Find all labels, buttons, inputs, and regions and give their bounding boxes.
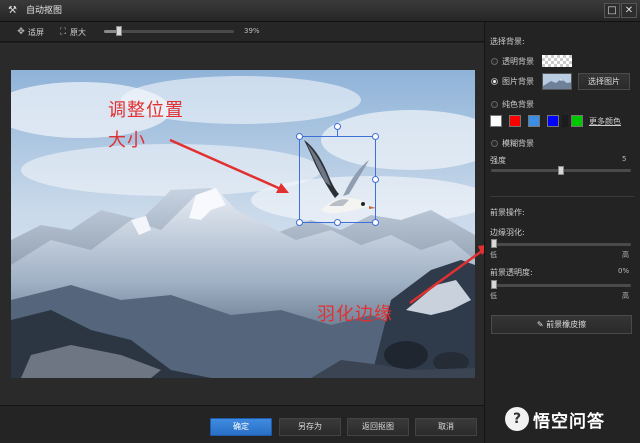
strength-label: 强度 [490, 156, 506, 165]
save-as-button[interactable]: 另存为 [279, 418, 341, 436]
wukong-logo-icon: ? [505, 407, 529, 431]
blur-bg-label: 模糊背景 [502, 139, 534, 148]
color-swatch[interactable] [490, 115, 502, 127]
fg-opacity-high: 高 [622, 292, 629, 300]
color-swatch[interactable] [528, 115, 540, 127]
strength-slider-thumb[interactable] [558, 166, 564, 175]
solid-bg-radio[interactable] [491, 101, 498, 108]
blur-bg-radio[interactable] [491, 140, 498, 147]
confirm-button[interactable]: 确定 [210, 418, 272, 436]
arrow-to-bird [169, 138, 284, 192]
wukong-watermark: ? 悟空问答 [505, 404, 605, 434]
edge-feather-slider-thumb[interactable] [491, 239, 497, 248]
solid-bg-label: 纯色背景 [502, 100, 534, 109]
choose-image-button[interactable]: 选择图片 [578, 73, 630, 90]
color-swatch[interactable] [509, 115, 521, 127]
fg-opacity-label: 前景透明度: [490, 268, 533, 277]
fg-opacity-slider[interactable] [491, 284, 631, 287]
fg-opacity-value: 0% [618, 267, 630, 275]
background-heading: 选择背景: [490, 37, 525, 46]
edge-feather-slider[interactable] [491, 243, 631, 246]
cancel-button[interactable]: 取消 [415, 418, 477, 436]
edge-feather-high: 高 [622, 251, 629, 259]
back-to-cutout-button[interactable]: 返回抠图 [347, 418, 409, 436]
edge-feather-label: 边缘羽化: [490, 228, 525, 237]
arrow-to-feather [409, 246, 487, 305]
transparent-bg-preview [542, 55, 572, 67]
image-bg-label: 图片背景 [502, 77, 534, 86]
eraser-icon: ✎ [536, 320, 547, 329]
foreground-eraser-label: 前景橡皮擦 [546, 320, 587, 329]
transparent-bg-radio[interactable] [491, 58, 498, 65]
fg-opacity-slider-thumb[interactable] [491, 280, 497, 289]
color-swatch[interactable] [571, 115, 583, 127]
watermark-text: 悟空问答 [533, 411, 605, 432]
color-swatch[interactable] [547, 115, 559, 127]
more-colors-link[interactable]: 更多颜色 [589, 116, 621, 127]
image-bg-radio[interactable] [491, 78, 498, 85]
strength-value: 5 [622, 155, 627, 163]
foreground-eraser-button[interactable]: ✎ 前景橡皮擦 [491, 315, 632, 334]
color-swatch[interactable] [562, 115, 568, 127]
edge-feather-low: 低 [490, 251, 497, 259]
transparent-bg-label: 透明背景 [502, 57, 534, 66]
foreground-heading: 前景操作: [490, 208, 525, 217]
fg-opacity-low: 低 [490, 292, 497, 300]
image-bg-thumbnail [542, 73, 572, 90]
panel-divider [490, 196, 634, 197]
